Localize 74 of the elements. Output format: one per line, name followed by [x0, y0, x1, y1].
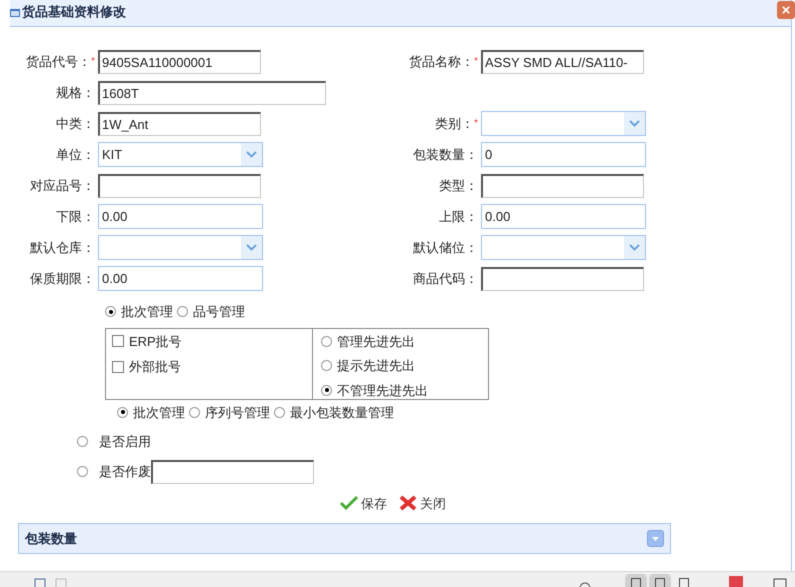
input-field[interactable]: 1608T: [98, 80, 326, 104]
field-label: 下限：: [56, 209, 95, 224]
chevron-down-icon: [651, 536, 660, 542]
save-button[interactable]: 保存: [340, 494, 387, 513]
x-icon: [399, 495, 417, 512]
panel-title: 包装数量: [25, 530, 77, 548]
dropdown-field[interactable]: KIT: [98, 142, 263, 167]
window-title: 货品基础资料修改: [22, 3, 126, 21]
input-field[interactable]: [151, 460, 314, 484]
field-label: 默认储位：: [413, 240, 478, 255]
field-label: 对应品号：: [30, 178, 95, 193]
field-label: 单位：: [56, 147, 95, 162]
required-mark: *: [91, 55, 95, 69]
radio-label: 批次管理: [133, 404, 185, 422]
field-label: 中类：: [56, 116, 95, 131]
radio-label: 序列号管理: [205, 404, 270, 422]
field-label: 上限：: [439, 209, 478, 224]
field-label: 默认仓库：: [30, 240, 95, 255]
expand-toggle[interactable]: [647, 530, 664, 547]
view-toggle[interactable]: [625, 574, 647, 587]
checkbox-label: ERP批号: [129, 332, 182, 350]
dropdown-field[interactable]: [98, 235, 263, 260]
chevron-down-icon: [246, 244, 257, 251]
input-field[interactable]: 0.00: [98, 204, 263, 229]
input-field[interactable]: [481, 174, 644, 198]
field-label: 货品代号：: [26, 54, 92, 69]
required-mark: *: [474, 117, 478, 131]
required-mark: *: [474, 55, 478, 69]
radio-label: 批次管理: [121, 303, 173, 321]
radio-label: 提示先进先出: [337, 357, 415, 375]
radio-button[interactable]: [189, 406, 200, 418]
checkbox[interactable]: [112, 335, 124, 348]
radio-button[interactable]: [77, 436, 88, 448]
radio-button[interactable]: [321, 384, 332, 396]
radio-button[interactable]: [321, 360, 332, 372]
input-field[interactable]: 1W_Ant: [98, 112, 261, 136]
input-field[interactable]: [98, 174, 261, 198]
chevron-down-icon: [629, 120, 640, 127]
radio-label: 最小包装数量管理: [290, 404, 394, 422]
field-label: 规格：: [56, 85, 95, 100]
input-field[interactable]: [481, 266, 644, 290]
radio-button[interactable]: [177, 306, 188, 318]
radio-label: 不管理先进先出: [337, 382, 428, 400]
field-label: 保质期限：: [30, 271, 95, 286]
radio-label: 品号管理: [193, 303, 245, 321]
field-label: 类别：: [435, 116, 474, 131]
radio-label: 是否作废: [99, 462, 151, 481]
dropdown-field[interactable]: [481, 235, 646, 260]
field-label: 包装数量：: [413, 147, 478, 162]
chevron-down-icon: [246, 151, 257, 158]
radio-label: 是否启用: [99, 433, 151, 451]
input-field[interactable]: 0.00: [481, 204, 646, 229]
input-field[interactable]: 0.00: [98, 266, 263, 291]
radio-button[interactable]: [105, 306, 116, 318]
input-field[interactable]: 9405SA110000001: [98, 50, 261, 74]
dropdown-value: KIT: [102, 146, 122, 162]
checkbox-label: 外部批号: [129, 358, 181, 376]
radio-button[interactable]: [274, 406, 285, 418]
close-button[interactable]: 关闭: [399, 494, 446, 513]
checkmark-icon: [340, 496, 358, 510]
dropdown-field[interactable]: [481, 111, 646, 136]
field-label: 商品代码：: [413, 271, 478, 286]
radio-button[interactable]: [117, 406, 128, 418]
field-label: 类型：: [439, 178, 478, 193]
radio-label: 管理先进先出: [337, 332, 415, 350]
checkbox[interactable]: [112, 360, 124, 373]
radio-button[interactable]: [321, 336, 332, 347]
chevron-down-icon: [629, 244, 640, 251]
field-label: 货品名称：: [409, 54, 474, 69]
view-toggle[interactable]: [649, 574, 671, 587]
input-field[interactable]: ASSY SMD ALL//SA110-: [481, 50, 644, 74]
input-field[interactable]: 0: [481, 142, 646, 167]
window-icon: [10, 6, 20, 18]
radio-button[interactable]: [77, 466, 88, 477]
